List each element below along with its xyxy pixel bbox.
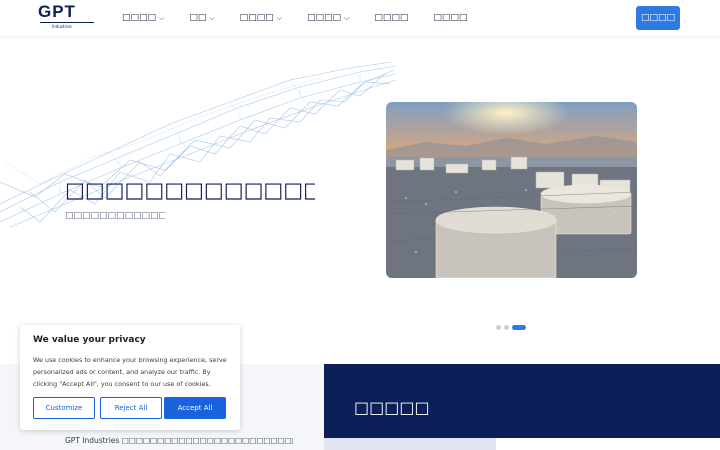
nav-item-1[interactable]: □□□□ ⌵: [122, 11, 164, 25]
cookie-consent-banner: We value your privacy We use cookies to …: [20, 325, 240, 430]
section-description: GPT Industries □□□□□□□□□□□□□□□□□□□□□□□□□…: [65, 436, 293, 445]
slider-dot-2[interactable]: [504, 325, 509, 330]
wireframe-pipeline-graphic: [0, 62, 397, 228]
nav-item-label: □□: [189, 13, 207, 23]
chevron-down-icon: ⌵: [209, 13, 215, 22]
section-title: □□□□□: [354, 398, 430, 417]
nav-item-3[interactable]: □□□□ ⌵: [240, 11, 282, 25]
logo-underline: [40, 22, 94, 23]
nav-item-label: □□□□: [306, 13, 341, 23]
slider-pagination: [496, 325, 529, 330]
slider-dot-3[interactable]: [512, 325, 526, 330]
nav-item-label: □□□□: [239, 13, 274, 23]
cookie-title: We value your privacy: [33, 335, 146, 345]
slider-dot-1[interactable]: [496, 325, 501, 330]
site-header: GPT Industries □□□□ ⌵ □□ ⌵ □□□□ ⌵ □□□□ ⌵…: [0, 0, 720, 36]
customize-button[interactable]: Customize: [33, 397, 95, 419]
nav-item-label: □□□□: [122, 13, 157, 23]
nav-item-2[interactable]: □□ ⌵: [189, 11, 214, 25]
accept-all-button[interactable]: Accept All: [164, 397, 226, 419]
chevron-down-icon: ⌵: [276, 13, 282, 22]
logo-subtext: Industries: [52, 24, 72, 29]
hero-image-refinery: [386, 102, 637, 278]
nav-item-label: □□□□: [374, 13, 409, 23]
nav-item-4[interactable]: □□□□ ⌵: [307, 11, 349, 25]
reject-all-button[interactable]: Reject All: [100, 397, 162, 419]
main-nav: □□□□ ⌵ □□ ⌵ □□□□ ⌵ □□□□ ⌵ □□□□ □□□□: [122, 11, 492, 25]
nav-item-label: □□□□: [433, 13, 468, 23]
cookie-text: We use cookies to enhance your browsing …: [33, 356, 227, 388]
chevron-down-icon: ⌵: [344, 13, 350, 22]
contact-button[interactable]: □□□□: [636, 6, 680, 30]
section-strip: [324, 438, 496, 450]
nav-item-5[interactable]: □□□□: [374, 11, 408, 25]
logo[interactable]: GPT Industries: [38, 2, 96, 31]
hero-title: □□□□□□□□□□□□□□□□□□□□: [65, 178, 315, 202]
hero-subtitle: □□□□□□□□□□□□□□□□□□□□: [65, 211, 165, 221]
chevron-down-icon: ⌵: [159, 13, 165, 22]
nav-item-6[interactable]: □□□□: [433, 11, 467, 25]
logo-text: GPT: [38, 2, 76, 21]
